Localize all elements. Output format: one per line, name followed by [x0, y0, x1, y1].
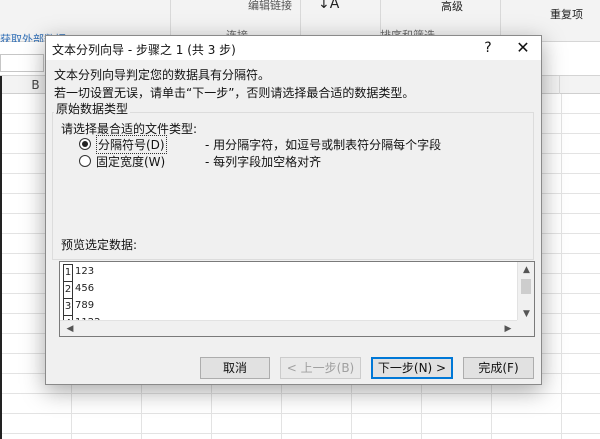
back-button[interactable]: < 上一步(B)	[280, 357, 361, 379]
help-button[interactable]: ?	[476, 38, 500, 58]
preview-row: 1 123	[60, 264, 515, 281]
vertical-scrollbar[interactable]: ▲ ▼	[517, 262, 534, 321]
preview-row: 3 789	[60, 298, 515, 315]
ribbon-separator	[500, 0, 501, 36]
scroll-thumb[interactable]	[521, 279, 531, 294]
group-title: 原始数据类型	[54, 100, 131, 117]
scroll-left-icon[interactable]: ◀	[62, 321, 78, 336]
radio-delimited-label[interactable]: 分隔符号(D)	[96, 135, 167, 154]
preview-row-value: 789	[75, 300, 95, 311]
name-box[interactable]	[0, 54, 44, 72]
radio-button[interactable]	[79, 155, 91, 167]
data-preview[interactable]: 1 123 2 456 3 789 4 1122 ▲ ▼ ◀ ▶	[59, 261, 535, 337]
edit-links-button[interactable]: 编辑链接	[248, 0, 292, 13]
horizontal-scrollbar[interactable]: ◀ ▶	[60, 320, 518, 336]
preview-row-value: 123	[75, 266, 95, 277]
scroll-up-icon[interactable]: ▲	[518, 263, 534, 277]
dialog-titlebar[interactable]: 文本分列向导 - 步骤之 1 (共 3 步) ? ✕	[46, 36, 541, 60]
finish-button[interactable]: 完成(F)	[463, 357, 534, 379]
radio-delimited-desc: - 用分隔字符，如逗号或制表符分隔每个字段	[205, 138, 442, 152]
radio-fixed-width-desc: - 每列字段加空格对齐	[205, 155, 322, 169]
sort-az-icon[interactable]: ↓A	[318, 0, 339, 12]
preview-row: 2 456	[60, 281, 515, 298]
close-button[interactable]: ✕	[509, 38, 537, 58]
ribbon-separator	[170, 0, 171, 36]
selected-column-border	[0, 76, 2, 439]
wizard-instruction-text: 若一切设置无误，请单击“下一步”，否则请选择最合适的数据类型。	[54, 86, 415, 100]
next-button[interactable]: 下一步(N) >	[371, 357, 453, 379]
dialog-title: 文本分列向导 - 步骤之 1 (共 3 步)	[52, 43, 236, 57]
preview-label: 预览选定数据:	[61, 238, 138, 252]
cancel-button[interactable]: 取消	[200, 357, 270, 379]
radio-button-checked[interactable]	[79, 138, 91, 150]
preview-row-number: 2	[63, 281, 73, 298]
preview-row-value: 456	[75, 283, 95, 294]
ribbon-separator	[300, 0, 301, 36]
scroll-corner	[517, 320, 534, 336]
remove-duplicates-button[interactable]: 重复项	[550, 6, 583, 22]
scroll-right-icon[interactable]: ▶	[500, 321, 516, 336]
preview-row-number: 3	[63, 298, 73, 315]
radio-fixed-width-label[interactable]: 固定宽度(W)	[96, 153, 165, 170]
wizard-detect-text: 文本分列向导判定您的数据具有分隔符。	[54, 68, 271, 82]
text-to-columns-dialog: 文本分列向导 - 步骤之 1 (共 3 步) ? ✕ 文本分列向导判定您的数据具…	[45, 35, 542, 385]
scroll-down-icon[interactable]: ▼	[518, 307, 534, 321]
preview-row-number: 1	[63, 264, 73, 281]
advanced-button[interactable]: 高级	[441, 0, 463, 14]
